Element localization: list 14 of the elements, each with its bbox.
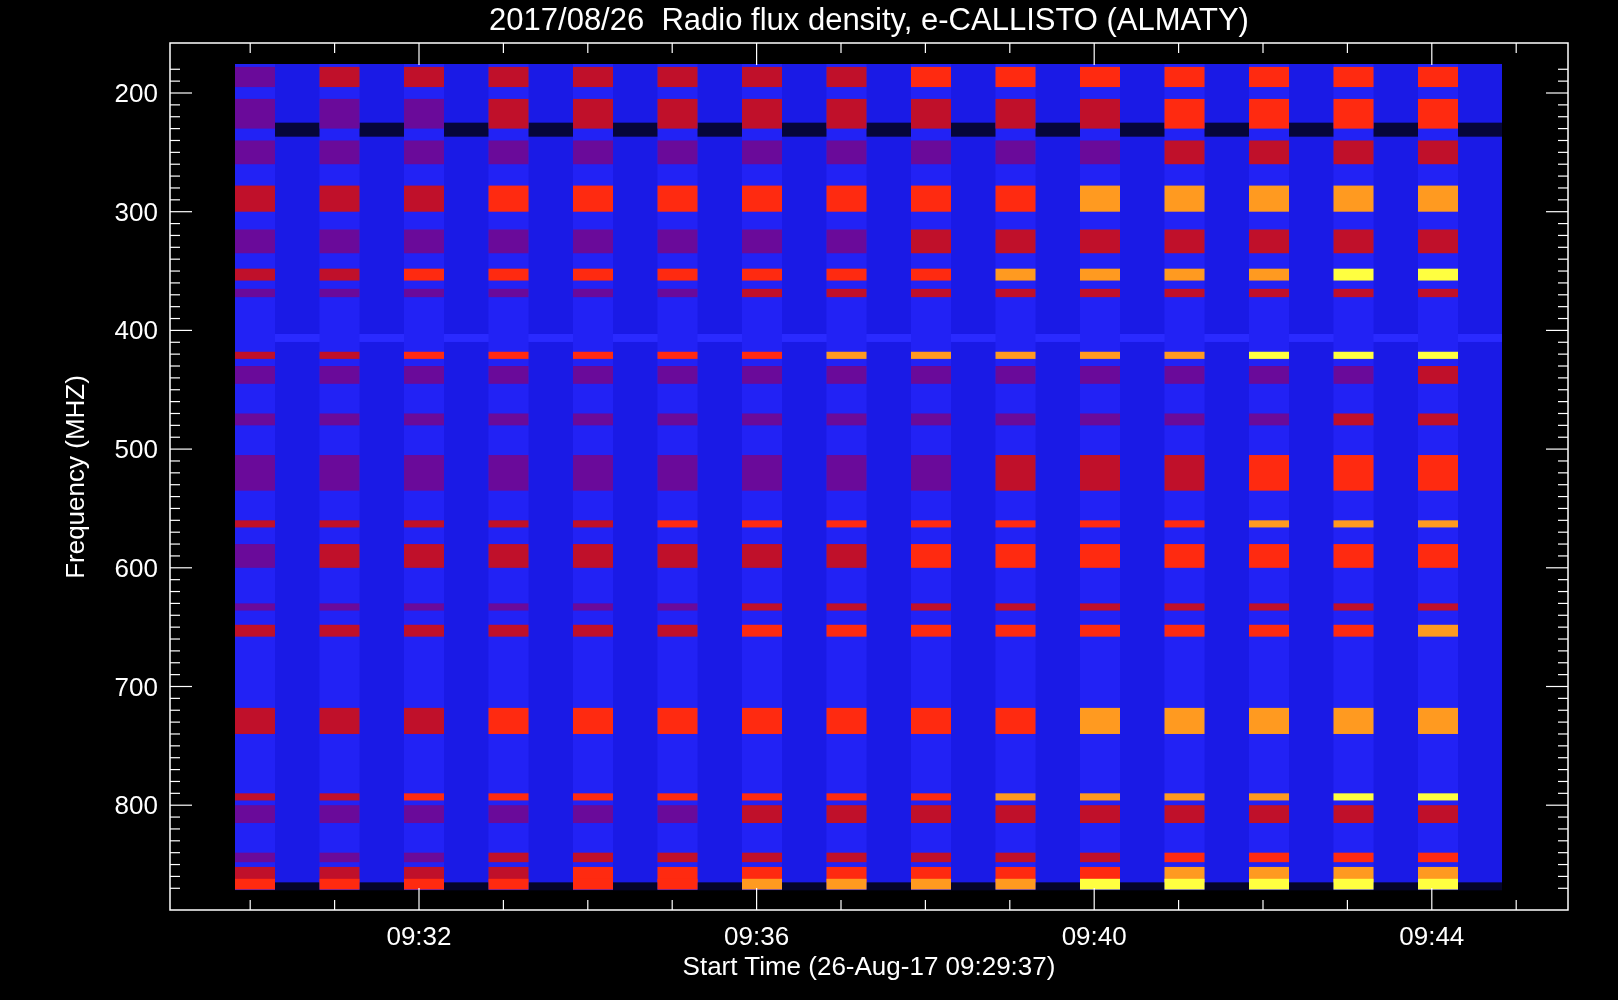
y-tick-label: 700 [114,671,158,702]
x-tick-label: 09:36 [724,921,790,951]
y-tick-label: 800 [114,790,158,821]
x-tick-label: 09:40 [1061,921,1127,951]
y-tick-label: 500 [114,434,158,465]
x-tick-label: 09:44 [1399,921,1465,951]
x-tick-label: 09:32 [386,921,452,951]
y-tick-label: 200 [114,78,158,108]
y-tick-label: 400 [114,315,158,346]
x-axis-label: Start Time (26-Aug-17 09:29:37) [682,951,1056,981]
y-axis-label: Frequency (MHZ) [60,375,90,579]
y-tick-label: 300 [114,196,158,227]
chart-title: 2017/08/26 Radio flux density, e-CALLISTO (ALMATY) [489,2,1249,37]
y-tick-label: 600 [114,552,158,583]
